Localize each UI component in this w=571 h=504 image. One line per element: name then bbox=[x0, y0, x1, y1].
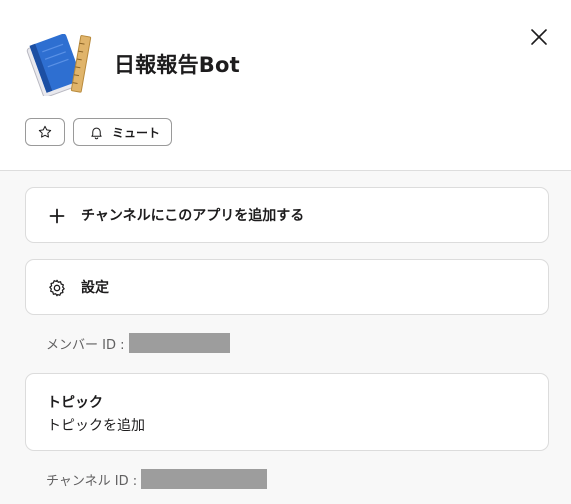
close-icon bbox=[531, 29, 547, 45]
mute-label: ミュート bbox=[111, 125, 160, 140]
member-id-label: メンバー ID : bbox=[46, 337, 125, 353]
channel-id-label: チャンネル ID : bbox=[46, 473, 138, 489]
channel-id-redacted-value bbox=[141, 469, 268, 489]
settings-label: 設定 bbox=[81, 280, 109, 296]
channel-id-line: チャンネル ID : bbox=[46, 469, 268, 489]
settings-button[interactable]: 設定 bbox=[25, 259, 549, 315]
gear-icon bbox=[49, 279, 65, 297]
bell-icon bbox=[91, 127, 102, 139]
star-button[interactable] bbox=[25, 118, 65, 146]
star-outline-icon bbox=[38, 125, 52, 138]
close-button[interactable] bbox=[527, 25, 551, 49]
topic-title: トピック bbox=[47, 395, 103, 411]
notebook-with-ruler-icon bbox=[26, 33, 98, 98]
add-topic-link[interactable]: トピックを追加 bbox=[47, 415, 145, 435]
add-to-channel-button[interactable]: チャンネルにこのアプリを追加する bbox=[25, 187, 549, 243]
member-id-line: メンバー ID : bbox=[46, 333, 230, 353]
topic-card[interactable]: トピック トピックを追加 bbox=[25, 373, 549, 451]
add-to-channel-label: チャンネルにこのアプリを追加する bbox=[81, 208, 305, 224]
app-title: 日報報告Bot bbox=[114, 53, 240, 77]
plus-icon bbox=[49, 208, 65, 224]
app-header: 日報報告Bot ミュート bbox=[0, 0, 571, 170]
member-id-redacted-value bbox=[128, 333, 230, 353]
mute-button[interactable]: ミュート bbox=[73, 118, 172, 146]
